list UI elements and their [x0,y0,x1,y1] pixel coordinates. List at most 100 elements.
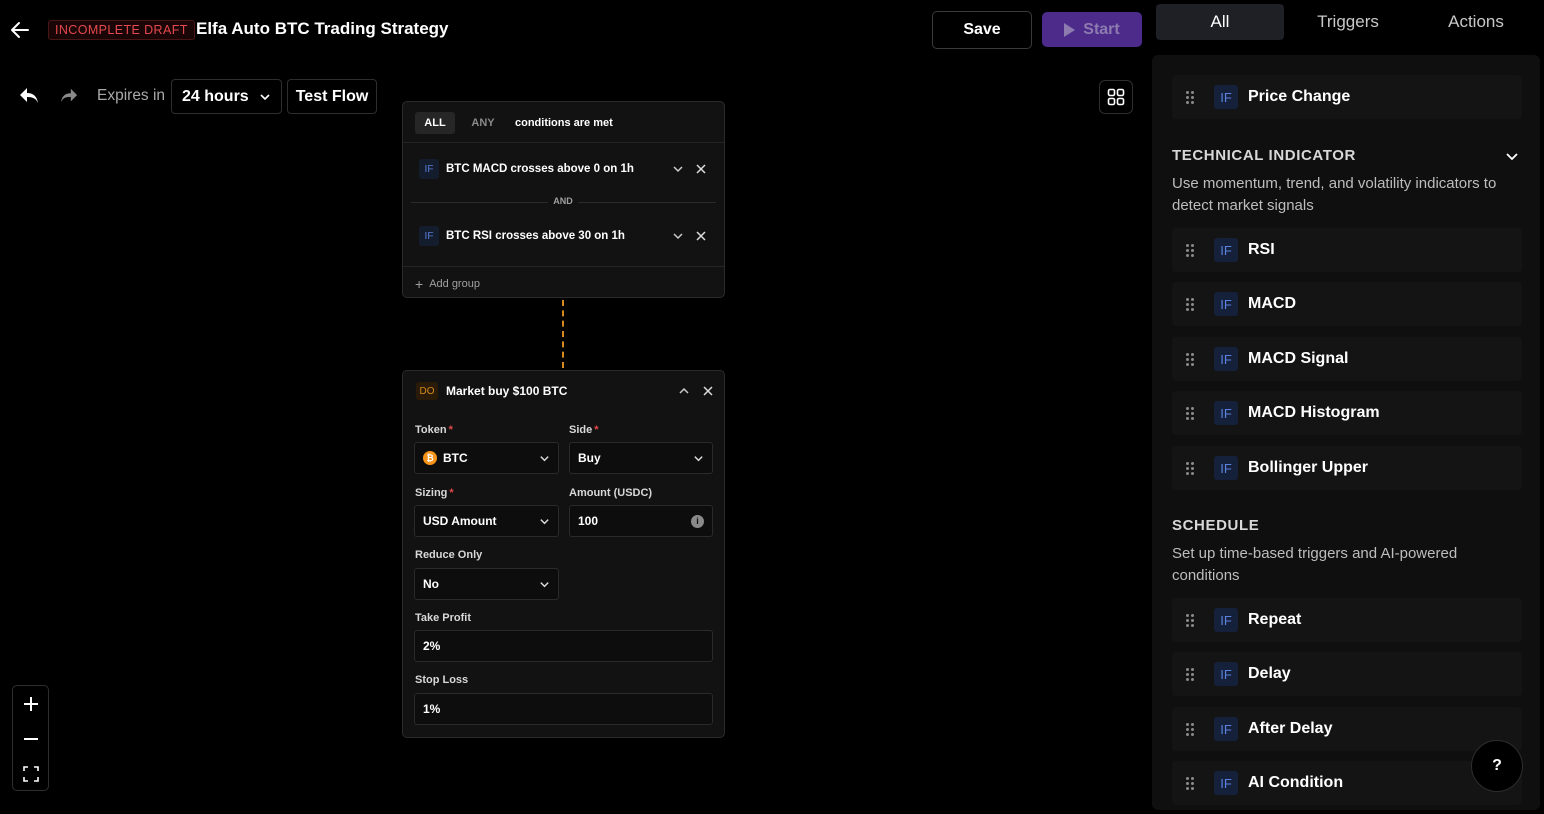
drag-handle-icon[interactable] [1186,775,1196,791]
node-item-label: Repeat [1248,611,1302,628]
chevron-down-icon[interactable] [669,160,687,178]
node-item-label: After Delay [1248,720,1333,737]
drag-handle-icon[interactable] [1186,351,1196,367]
drag-handle-icon[interactable] [1186,666,1196,682]
if-badge: IF [1214,662,1238,686]
reduce-only-value: No [423,577,439,591]
stop-loss-input[interactable]: 1% [414,693,713,725]
node-item-label: RSI [1248,241,1275,258]
condition-text: BTC RSI crosses above 30 on 1h [446,230,625,242]
save-button[interactable]: Save [932,11,1032,49]
chevron-up-icon[interactable] [676,383,692,399]
start-label: Start [1083,20,1120,38]
tab-actions[interactable]: Actions [1412,4,1540,40]
close-icon[interactable] [692,227,710,245]
action-title: Market buy $100 BTC [446,384,568,398]
token-value: BTC [443,451,468,465]
if-badge: IF [1214,608,1238,632]
chevron-down-icon [539,453,550,464]
node-item-bollinger-upper[interactable]: IF Bollinger Upper [1172,446,1522,490]
expires-label: Expires in [97,87,166,104]
amount-input[interactable]: 100 i [569,505,713,537]
if-badge: IF [1214,771,1238,795]
node-item-ai-condition[interactable]: IF AI Condition [1172,761,1522,805]
condition-mode-toggle: ALL ANY conditions are met [415,112,613,134]
token-select[interactable]: ₿ BTC [414,442,559,474]
and-label: AND [548,196,578,206]
zoom-out-icon[interactable] [13,721,48,756]
if-badge: IF [1214,401,1238,425]
start-button[interactable]: Start [1042,12,1142,47]
test-flow-button[interactable]: Test Flow [287,79,377,114]
node-item-delay[interactable]: IF Delay [1172,652,1522,696]
reduce-only-select[interactable]: No [414,568,559,600]
info-icon[interactable]: i [691,514,704,528]
node-item-label: MACD Signal [1248,350,1349,367]
zoom-in-icon[interactable] [13,686,48,721]
mode-any-button[interactable]: ANY [463,112,503,134]
play-icon [1064,22,1076,37]
divider [403,142,724,143]
node-type-tabs: All Triggers Actions [1154,2,1542,42]
node-item-macd[interactable]: IF MACD [1172,282,1522,326]
node-item-price-change[interactable]: IF Price Change [1172,75,1522,119]
add-group-button[interactable]: + Add group [415,276,480,292]
section-description: Set up time-based triggers and AI-powere… [1172,545,1458,584]
drag-handle-icon[interactable] [1186,721,1196,737]
if-badge: IF [419,159,439,179]
fit-view-icon[interactable] [13,756,48,791]
token-label-text: Token [415,424,447,436]
mode-all-button[interactable]: ALL [415,112,455,134]
node-item-label: AI Condition [1248,774,1344,791]
do-badge: DO [416,382,438,400]
condition-row[interactable]: IF BTC MACD crosses above 0 on 1h [419,158,710,180]
drag-handle-icon[interactable] [1186,612,1196,628]
side-label-text: Side [569,424,593,436]
drag-handle-icon[interactable] [1186,89,1196,105]
sizing-select[interactable]: USD Amount [414,505,559,537]
stop-loss-value: 1% [423,702,441,716]
drag-handle-icon[interactable] [1186,242,1196,258]
divider [403,266,724,267]
node-item-label: MACD Histogram [1248,404,1380,421]
zoom-controls [12,685,49,791]
chevron-down-icon[interactable] [1504,148,1520,164]
node-item-rsi[interactable]: IF RSI [1172,228,1522,272]
condition-row[interactable]: IF BTC RSI crosses above 30 on 1h [419,225,710,247]
drag-handle-icon[interactable] [1186,460,1196,476]
close-icon[interactable] [700,383,716,399]
expires-dropdown[interactable]: 24 hours [171,79,282,114]
node-item-repeat[interactable]: IF Repeat [1172,598,1522,642]
close-icon[interactable] [692,160,710,178]
node-item-macd-signal[interactable]: IF MACD Signal [1172,337,1522,381]
drag-handle-icon[interactable] [1186,296,1196,312]
sizing-label: Sizing * [415,487,454,499]
reduce-only-label: Reduce Only [415,549,483,561]
if-badge: IF [1214,238,1238,262]
back-arrow-icon[interactable] [8,18,32,42]
chevron-down-icon[interactable] [669,227,687,245]
take-profit-value: 2% [423,639,441,653]
chevron-down-icon [259,91,271,103]
node-item-label: MACD [1248,295,1296,312]
redo-icon[interactable] [59,87,79,105]
sizing-label-text: Sizing [415,487,448,499]
side-label: Side * [569,424,599,436]
help-button[interactable]: ? [1471,740,1523,792]
condition-text: BTC MACD crosses above 0 on 1h [446,163,634,175]
side-select[interactable]: Buy [569,442,713,474]
node-item-label: Delay [1248,665,1291,682]
take-profit-input[interactable]: 2% [414,630,713,662]
layout-grid-icon[interactable] [1099,80,1133,114]
node-item-after-delay[interactable]: IF After Delay [1172,707,1522,751]
tab-triggers[interactable]: Triggers [1284,4,1412,40]
side-value: Buy [578,451,601,465]
node-item-macd-histogram[interactable]: IF MACD Histogram [1172,391,1522,435]
tab-all[interactable]: All [1156,4,1284,40]
if-badge: IF [1214,347,1238,371]
if-badge: IF [1214,292,1238,316]
node-library-panel: IF Price Change TECHNICAL INDICATOR Use … [1152,55,1540,810]
undo-icon[interactable] [18,86,40,106]
drag-handle-icon[interactable] [1186,405,1196,421]
chevron-down-icon [539,579,550,590]
